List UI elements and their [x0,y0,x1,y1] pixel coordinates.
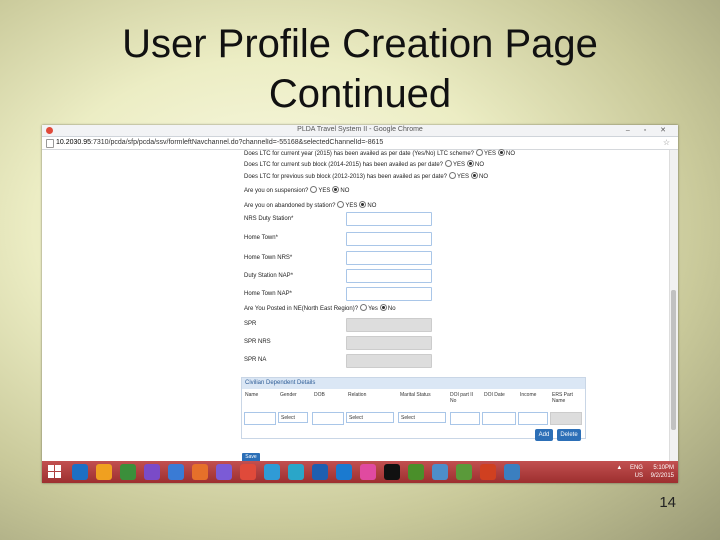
name-input[interactable] [244,412,276,425]
nrs-duty-station-input[interactable] [346,212,432,226]
ers-part-name-input [550,412,582,425]
dob-input[interactable] [312,412,344,425]
window-title: PLDA Travel System II - Google Chrome [297,126,423,133]
radio-no[interactable] [467,160,475,167]
taskbar-app-icon[interactable] [144,464,160,480]
home-town-nrs-label: Home Town NRS* [244,255,293,261]
radio-no[interactable] [332,186,340,193]
question-ne-posting: Are You Posted in NE(North East Region)?… [244,304,396,312]
slide-number: 14 [659,494,676,511]
bookmark-star-icon[interactable]: ☆ [663,138,670,147]
col-doi-part-ii-no: DOI part II No [450,392,474,404]
windows-taskbar: ▲ ENG US 5:10PM 9/2/2015 [42,461,678,483]
window-controls[interactable]: – ▫ ✕ [626,126,672,134]
col-marital-status: Marital Status [400,392,431,398]
gender-select[interactable]: Select [278,412,308,423]
relation-select[interactable]: Select [346,412,394,423]
nrs-duty-station-label: NRS Duty Station* [244,216,294,222]
tray-arrow-icon[interactable]: ▲ [616,465,622,471]
radio-yes[interactable] [310,186,318,193]
home-town-label: Home Town* [244,235,278,241]
duty-station-nap-label: Duty Station NAP* [244,273,294,279]
col-doi-date: DOI Date [484,392,505,398]
col-gender: Gender [280,392,297,398]
col-relation: Relation [348,392,367,398]
radio-yes[interactable] [449,172,457,179]
question-ltc-current-block: Does LTC for current sub block (2014-201… [244,160,485,168]
url-path[interactable]: :7310/pcda/sfp/pcda/ssv/formleftNavchann… [91,139,383,146]
radio-no[interactable] [359,201,367,208]
clock[interactable]: 5:10PM 9/2/2015 [651,464,674,480]
radio-no[interactable] [379,304,387,311]
taskbar-app-icon[interactable] [96,464,112,480]
taskbar-app-icon[interactable] [168,464,184,480]
browser-titlebar: PLDA Travel System II - Google Chrome – … [42,125,678,137]
income-input[interactable] [518,412,548,425]
spr-nrs-label: SPR NRS [244,339,271,345]
marital-status-select[interactable]: Select [398,412,446,423]
slide-title-line2: Continued [268,72,452,116]
taskbar-app-icon[interactable] [432,464,448,480]
url-host[interactable]: 10.2030.95 [56,139,91,146]
screenshot: PLDA Travel System II - Google Chrome – … [42,125,678,483]
col-dob: DOB [314,392,325,398]
doi-part-ii-input[interactable] [450,412,480,425]
radio-yes[interactable] [360,304,368,311]
spr-label: SPR [244,321,257,327]
taskbar-app-icon[interactable] [72,464,88,480]
question-suspension: Are you on suspension? YES NO [244,186,350,194]
question-ltc-previous-block: Does LTC for previous sub block (2012-20… [244,172,489,180]
page-icon [46,139,54,148]
question-abandoned: Are you on abandoned by station? YES NO [244,201,377,209]
taskbar-app-icon[interactable] [456,464,472,480]
radio-yes[interactable] [445,160,453,167]
col-income: Income [520,392,537,398]
home-town-nap-input[interactable] [346,287,432,301]
home-town-nap-label: Home Town NAP* [244,291,292,297]
spr-na-label: SPR NA [244,357,267,363]
taskbar-app-icon[interactable] [504,464,520,480]
spr-na-input [346,354,432,368]
radio-yes[interactable] [337,201,345,208]
duty-station-nap-input[interactable] [346,269,432,283]
question-ltc-current-year: Does LTC for current year (2015) has bee… [244,149,516,157]
taskbar-app-icon[interactable] [288,464,304,480]
language-indicator[interactable]: ENG US [630,464,643,480]
civilian-panel-header: Civilian Dependent Details [242,378,585,389]
radio-no[interactable] [471,172,479,179]
taskbar-app-icon[interactable] [192,464,208,480]
start-button[interactable] [48,465,62,479]
taskbar-app-icon[interactable] [312,464,328,480]
radio-no[interactable] [498,149,506,156]
spr-nrs-input [346,336,432,350]
taskbar-app-icon[interactable] [336,464,352,480]
taskbar-app-icon[interactable] [216,464,232,480]
add-button[interactable]: Add [535,429,553,441]
radio-yes[interactable] [476,149,484,156]
taskbar-app-icon[interactable] [480,464,496,480]
system-tray: ▲ ENG US 5:10PM 9/2/2015 [616,464,674,480]
taskbar-app-icon[interactable] [120,464,136,480]
home-town-nrs-input[interactable] [346,251,432,265]
page-scrollbar[interactable] [669,150,678,461]
delete-button[interactable]: Delete [557,429,581,441]
slide-title-line1: User Profile Creation Page [122,22,598,66]
taskbar-app-icon[interactable] [240,464,256,480]
taskbar-app-icon[interactable] [384,464,400,480]
spr-input [346,318,432,332]
doi-date-input[interactable] [482,412,516,425]
home-town-input[interactable] [346,232,432,246]
scrollbar-thumb[interactable] [671,290,676,430]
taskbar-app-icon[interactable] [264,464,280,480]
col-name: Name [245,392,259,398]
taskbar-app-icon[interactable] [408,464,424,480]
taskbar-app-icon[interactable] [360,464,376,480]
col-ers-part-name: ERS Part Name [552,392,573,404]
